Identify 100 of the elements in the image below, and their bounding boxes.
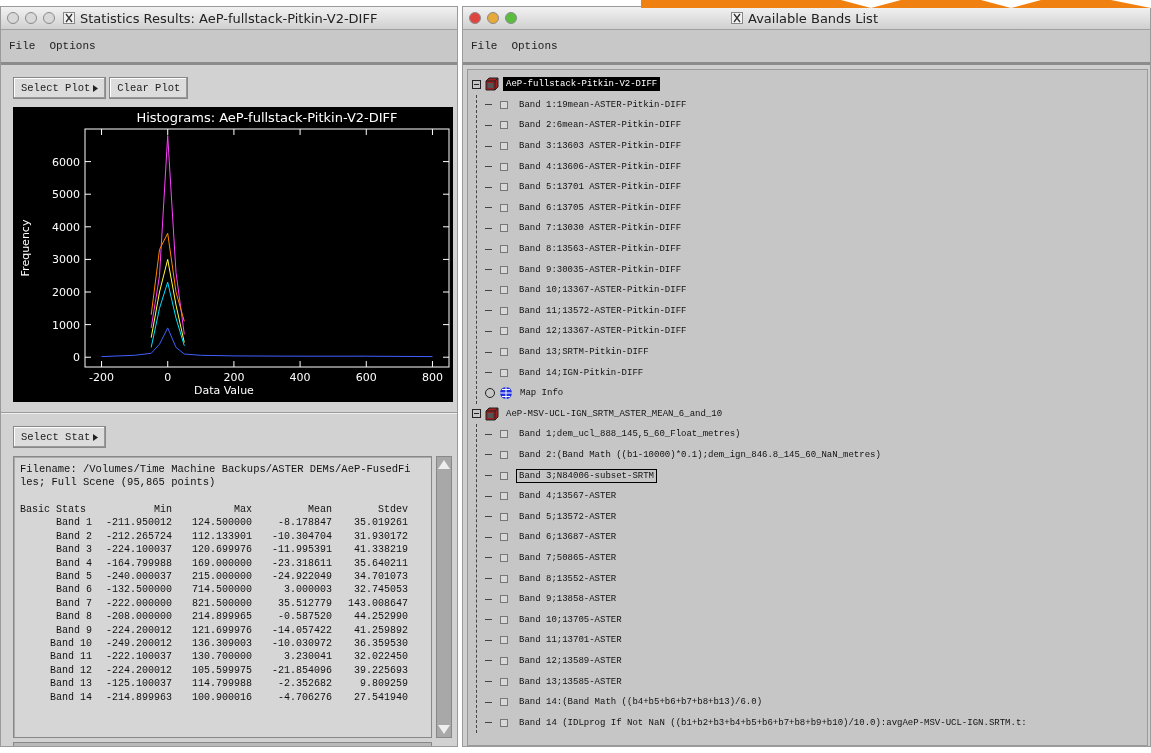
column-header: Max	[233, 503, 252, 517]
tree-item[interactable]: Band 12;13367-ASTER-Pitkin-DIFF	[516, 324, 690, 339]
menu-item[interactable]: File	[9, 40, 36, 52]
table-cell-text: -23.318611	[271, 556, 332, 571]
table-cell-text: -211.950012	[105, 516, 172, 530]
tick-label: 0	[164, 371, 172, 384]
tree-item[interactable]: Band 4:13606-ASTER-Pitkin-DIFF	[516, 159, 685, 174]
band-icon	[500, 595, 508, 604]
tree-item[interactable]: Band 2:(Band Math ((b1-10000)*0.1);dem_ign_846.8_145_60_NaN_metres)	[516, 448, 884, 462]
table-cell-text: -10.030972	[271, 637, 332, 651]
table-cell-text: -224.200012	[105, 663, 172, 678]
window-title: Statistics Results: AeP-fullstack-Pitkin-V2-DIFF	[80, 10, 378, 26]
axis-label: Data Value	[193, 384, 254, 397]
table-cell-text: 114.799988	[191, 677, 252, 691]
tree-item[interactable]: Band 1;dem_ucl_888_145,5_60_Float_metres)	[516, 427, 744, 442]
tree-item[interactable]: AeP-MSV-UCL-IGN_SRTM_ASTER_MEAN_6_and_10	[503, 406, 726, 421]
close-button[interactable]	[7, 12, 19, 24]
tick-label: 0	[73, 351, 80, 365]
tree-item[interactable]: Band 14:(Band Math ((b4+b5+b6+b7+b8+b13)/6.0)	[516, 695, 766, 710]
band-icon	[500, 142, 508, 151]
table-cell-text: 130.700000	[191, 650, 252, 664]
band-icon	[500, 533, 508, 542]
table-cell-text: -249.200012	[105, 637, 172, 651]
table-cell-text: 136.309003	[191, 637, 252, 651]
menu-item[interactable]: File	[471, 40, 498, 52]
tree-item[interactable]: Band 12;13589-ASTER	[516, 653, 625, 668]
tree-item[interactable]: Band 4;13567-ASTER	[516, 489, 620, 504]
tick-label: 600	[355, 371, 377, 384]
band-icon	[500, 430, 508, 439]
tree-item[interactable]: Band 13;SRTM-Pitkin-DIFF	[516, 345, 652, 359]
tick-label: 800	[421, 371, 443, 384]
tree-item[interactable]: Map Info	[517, 386, 567, 401]
select-plot-button[interactable]: Select Plot	[13, 77, 107, 99]
table-cell-text: 124.500000	[191, 516, 252, 530]
table-cell-text: 169.000000	[191, 556, 252, 571]
table-cell-text: 9.809259	[359, 677, 408, 691]
tree-item[interactable]: Band 3:13603 ASTER-Pitkin-DIFF	[516, 139, 685, 154]
collapse-icon[interactable]	[472, 79, 481, 89]
minimize-button[interactable]	[487, 12, 499, 24]
tree-item[interactable]: Band 11;13572-ASTER-Pitkin-DIFF	[516, 303, 690, 318]
chart-title: Histograms: AeP-fullstack-Pitkin-V2-DIFF	[136, 110, 398, 125]
close-button[interactable]	[469, 12, 481, 24]
table-cell-text: -0.587520	[277, 610, 332, 624]
tree-item[interactable]: Band 9:30035-ASTER-Pitkin-DIFF	[516, 262, 685, 277]
globe-icon	[499, 386, 513, 401]
table-cell-text: -224.100037	[105, 543, 172, 557]
axis-label: Frequency	[19, 219, 32, 277]
tree-item[interactable]: Band 13;13585-ASTER	[516, 674, 625, 689]
tree-item[interactable]: Band 9;13858-ASTER	[516, 592, 620, 607]
tree-item[interactable]: Band 8:13563-ASTER-Pitkin-DIFF	[516, 242, 685, 257]
tree-item[interactable]: Band 6:13705 ASTER-Pitkin-DIFF	[516, 200, 685, 215]
band-icon	[500, 492, 508, 501]
zoom-button[interactable]	[505, 12, 517, 24]
table-cell-text: 714.500000	[191, 583, 252, 597]
band-icon	[500, 677, 508, 686]
menu-item[interactable]: Options	[49, 40, 96, 52]
tree-item[interactable]: Band 10;13705-ASTER	[516, 612, 625, 627]
menu-item[interactable]: Options	[511, 40, 558, 52]
zoom-button[interactable]	[43, 12, 55, 24]
tree-item[interactable]: Band 10;13367-ASTER-Pitkin-DIFF	[516, 283, 690, 298]
table-cell-text: 112.133901	[191, 529, 252, 544]
table-cell-text: -2.352682	[277, 677, 332, 691]
tree-item[interactable]: Band 14;IGN-Pitkin-DIFF	[516, 365, 647, 380]
column-header: Min	[153, 503, 172, 517]
tree-item[interactable]: Band 5;13572-ASTER	[516, 509, 620, 524]
table-cell-text: 34.701073	[353, 570, 408, 584]
tree-item[interactable]: Band 1:19mean-ASTER-Pitkin-DIFF	[516, 97, 690, 112]
tree-item[interactable]: Band 8;13552-ASTER	[516, 571, 620, 586]
table-cell-text: 120.699976	[191, 543, 252, 557]
table-cell-text: Band 6	[55, 583, 92, 597]
tree-item[interactable]: Band 7;50865-ASTER	[516, 550, 620, 565]
band-icon	[500, 306, 508, 315]
table-cell-text: 100.900016	[191, 690, 252, 705]
band-icon	[500, 698, 508, 707]
table-cell-text: -240.000037	[105, 570, 172, 584]
tick-label: 5000	[52, 188, 80, 202]
tree-item[interactable]: Band 3;N84006-subset-SRTM	[516, 468, 658, 483]
clear-plot-button[interactable]: Clear Plot	[109, 77, 189, 99]
tree-item[interactable]: AeP-fullstack-Pitkin-V2-DIFF	[503, 77, 661, 92]
tree-item[interactable]: Band 2:6mean-ASTER-Pitkin-DIFF	[516, 118, 685, 133]
cube-icon	[485, 406, 499, 421]
tree-item[interactable]: Band 6;13687-ASTER	[516, 530, 620, 545]
scroll-down-icon	[438, 725, 450, 734]
band-icon	[500, 553, 508, 562]
tick-label: 1000	[52, 318, 80, 332]
band-icon	[500, 286, 508, 295]
tree-item[interactable]: Band 11;13701-ASTER	[516, 633, 625, 648]
tree-item[interactable]: Band 7:13030 ASTER-Pitkin-DIFF	[516, 221, 685, 236]
band-icon	[500, 245, 508, 254]
table-cell-text: Band 7	[55, 596, 92, 611]
table-cell-text: 27.541940	[353, 690, 408, 705]
scrollbar[interactable]	[436, 456, 452, 738]
tree-item[interactable]: Band 5:13701 ASTER-Pitkin-DIFF	[516, 180, 685, 195]
collapse-icon[interactable]	[472, 409, 481, 419]
select-stat-button[interactable]: Select Stat	[13, 426, 107, 448]
minimize-button[interactable]	[25, 12, 37, 24]
table-cell-text: 143.008647	[347, 596, 408, 611]
table-cell-text: Band 3	[55, 543, 92, 557]
tree-item[interactable]: Band 14 (IDLprog If Not NaN ((b1+b2+b3+b4+b5+b6+b7+b8+b9+b10)/10.0):avgAeP-MSV-UCL-IGN.SRTM.t:	[516, 715, 1030, 730]
band-icon	[500, 636, 508, 645]
